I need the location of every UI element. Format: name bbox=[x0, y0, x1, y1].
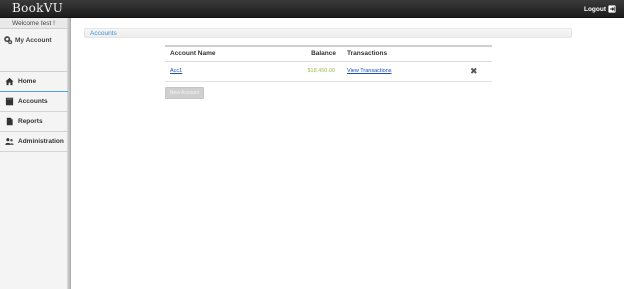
users-icon bbox=[5, 138, 14, 145]
table-row: Acc1 $18,450.00 View Transactions ✖ bbox=[165, 61, 492, 82]
new-account-button[interactable]: New Account bbox=[165, 87, 204, 99]
column-header-balance: Balance bbox=[279, 47, 341, 62]
account-name-link[interactable]: Acc1 bbox=[170, 68, 182, 74]
my-account-link[interactable]: My Account bbox=[3, 35, 52, 45]
sidebar-nav: Home Accounts Reports Administration bbox=[0, 72, 68, 152]
column-header-account-name: Account Name bbox=[165, 47, 279, 62]
sidebar-item-label: Administration bbox=[18, 138, 64, 145]
user-gear-icon bbox=[4, 36, 13, 45]
sidebar: Welcome test ! My Account Home Accounts bbox=[0, 18, 68, 289]
sidebar-item-label: Home bbox=[18, 78, 37, 85]
table-header-row: Account Name Balance Transactions bbox=[165, 47, 492, 62]
logout-button[interactable]: Logout bbox=[584, 4, 616, 14]
sidebar-item-home[interactable]: Home bbox=[0, 72, 68, 92]
document-icon bbox=[6, 117, 13, 126]
sidebar-item-administration[interactable]: Administration bbox=[0, 132, 68, 152]
book-icon bbox=[5, 97, 14, 106]
column-header-actions bbox=[445, 47, 492, 62]
logout-icon bbox=[608, 5, 616, 13]
sidebar-item-accounts[interactable]: Accounts bbox=[0, 92, 68, 112]
home-icon bbox=[5, 77, 14, 86]
top-bar: BookVU Logout bbox=[0, 0, 624, 18]
page-title: Accounts bbox=[90, 30, 117, 37]
main-content: Accounts Account Name Balance Transactio… bbox=[71, 18, 624, 289]
welcome-message: Welcome test ! bbox=[0, 18, 67, 29]
accounts-table: Account Name Balance Transactions Acc1 $… bbox=[165, 45, 492, 82]
delete-icon[interactable]: ✖ bbox=[470, 66, 478, 76]
logout-label: Logout bbox=[583, 5, 606, 13]
view-transactions-link[interactable]: View Transactions bbox=[347, 68, 392, 74]
my-account-label: My Account bbox=[15, 36, 52, 44]
column-header-transactions: Transactions bbox=[341, 47, 445, 62]
account-balance: $18,450.00 bbox=[307, 68, 335, 74]
app-brand: BookVU bbox=[12, 1, 64, 15]
page-header: Accounts bbox=[84, 28, 572, 38]
sidebar-item-label: Reports bbox=[18, 118, 43, 125]
sidebar-item-label: Accounts bbox=[18, 98, 48, 105]
sidebar-item-reports[interactable]: Reports bbox=[0, 112, 68, 132]
